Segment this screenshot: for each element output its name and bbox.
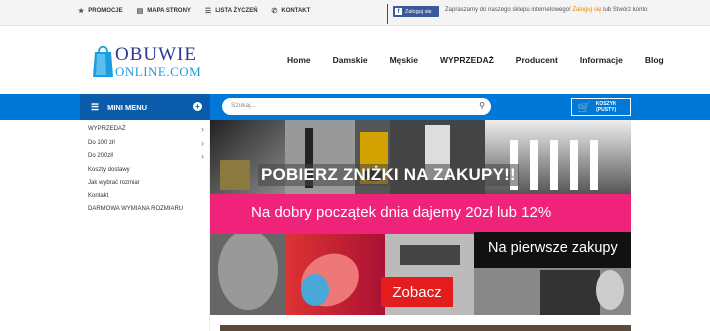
- next-banner-edge: [220, 325, 631, 331]
- banner-pink-band: Na dobry początek dnia dajemy 20zł lub 1…: [210, 194, 631, 234]
- sidebar-item-do-200[interactable]: Do 200zł! ›: [88, 151, 204, 161]
- cart-icon: 🛒: [577, 101, 591, 114]
- nav-home[interactable]: Home: [287, 55, 311, 65]
- facebook-icon: f: [395, 8, 402, 15]
- sidebar-item-wymiana[interactable]: DARMOWA WYMIANA ROZMIARU: [88, 206, 204, 212]
- plus-circle-icon: +: [193, 102, 202, 111]
- nav-blog[interactable]: Blog: [645, 55, 664, 65]
- header: OBUWIE ONLINE.COM Home Damskie Męskie WY…: [0, 27, 710, 94]
- banner-black-text: Na pierwsze zakupy: [488, 240, 618, 256]
- chevron-right-icon: ›: [201, 151, 204, 161]
- promo-banner[interactable]: POBIERZ ZNIŻKI NA ZAKUPY!! Na dobry pocz…: [210, 120, 631, 315]
- phone-icon: ✆: [271, 8, 278, 15]
- nav-meskie[interactable]: Męskie: [390, 55, 418, 65]
- top-links: ★ PROMOCJE ▤ MAPA STRONY ☰ LISTA ŻYCZEŃ ✆ KO…: [78, 7, 310, 15]
- logo-text: OBUWIE: [115, 44, 197, 65]
- search-input[interactable]: Szukaj... ⚲: [222, 98, 491, 115]
- banner-black-box: Na pierwsze zakupy: [474, 232, 631, 268]
- cart-button[interactable]: 🛒 KOSZYK (PUSTY): [571, 98, 631, 116]
- shopping-bag-icon: [93, 45, 113, 77]
- sidebar-item-wyprzedaz[interactable]: WYPRZEDAŻ ›: [88, 124, 204, 134]
- map-icon: ▤: [136, 8, 144, 15]
- top-link-lista[interactable]: ☰ LISTA ŻYCZEŃ: [205, 7, 258, 15]
- logo-subtext: ONLINE.COM: [115, 64, 202, 79]
- sidebar-item-rozmiar[interactable]: Jak wybrać rozmiar: [88, 180, 204, 186]
- login-link[interactable]: Zaloguj się: [572, 7, 601, 13]
- site-logo[interactable]: OBUWIE ONLINE.COM: [93, 42, 213, 82]
- nav-producent[interactable]: Producent: [516, 55, 558, 65]
- blue-toolbar: ☰ MINI MENU + Szukaj... ⚲ 🛒 KOSZYK (PUST…: [0, 94, 710, 120]
- top-bar: ★ PROMOCJE ▤ MAPA STRONY ☰ LISTA ŻYCZEŃ ✆ KO…: [0, 0, 710, 26]
- top-link-kontakt[interactable]: ✆ KONTAKT: [272, 7, 311, 15]
- zobacz-button[interactable]: Zobacz: [381, 277, 453, 307]
- chevron-right-icon: ›: [201, 124, 204, 134]
- search-icon[interactable]: ⚲: [479, 101, 485, 110]
- divider: [387, 4, 388, 24]
- banner-pink-text: Na dobry początek dnia dajemy 20zł lub 1…: [251, 204, 552, 221]
- top-link-promocje[interactable]: ★ PROMOCJE: [78, 7, 123, 15]
- sidebar-item-do-100[interactable]: Do 100 zł! ›: [88, 138, 204, 148]
- nav-damskie[interactable]: Damskie: [333, 55, 368, 65]
- mini-menu-toggle[interactable]: ☰ MINI MENU +: [80, 94, 210, 120]
- sidebar: WYPRZEDAŻ › Do 100 zł! › Do 200zł! › Koszty…: [80, 120, 210, 331]
- list-icon: ☰: [204, 8, 212, 15]
- welcome-text: Zapraszamy do naszego sklepu internetowe…: [445, 7, 648, 13]
- nav-informacje[interactable]: Informacje: [580, 55, 623, 65]
- hamburger-icon: ☰: [91, 101, 100, 112]
- top-link-mapa[interactable]: ▤ MAPA STRONY: [137, 7, 191, 15]
- main-nav: Home Damskie Męskie WYPRZEDAŻ Producent …: [287, 55, 686, 65]
- sidebar-item-koszty[interactable]: Koszty dostawy: [88, 167, 204, 173]
- star-icon: ★: [78, 8, 85, 15]
- banner-headline: POBIERZ ZNIŻKI NA ZAKUPY!!: [258, 164, 519, 186]
- chevron-right-icon: ›: [201, 138, 204, 148]
- facebook-login-button[interactable]: f Zaloguj się: [393, 6, 439, 17]
- sidebar-item-kontakt[interactable]: Kontakt: [88, 193, 204, 199]
- nav-wyprzedaz[interactable]: WYPRZEDAŻ: [440, 55, 494, 65]
